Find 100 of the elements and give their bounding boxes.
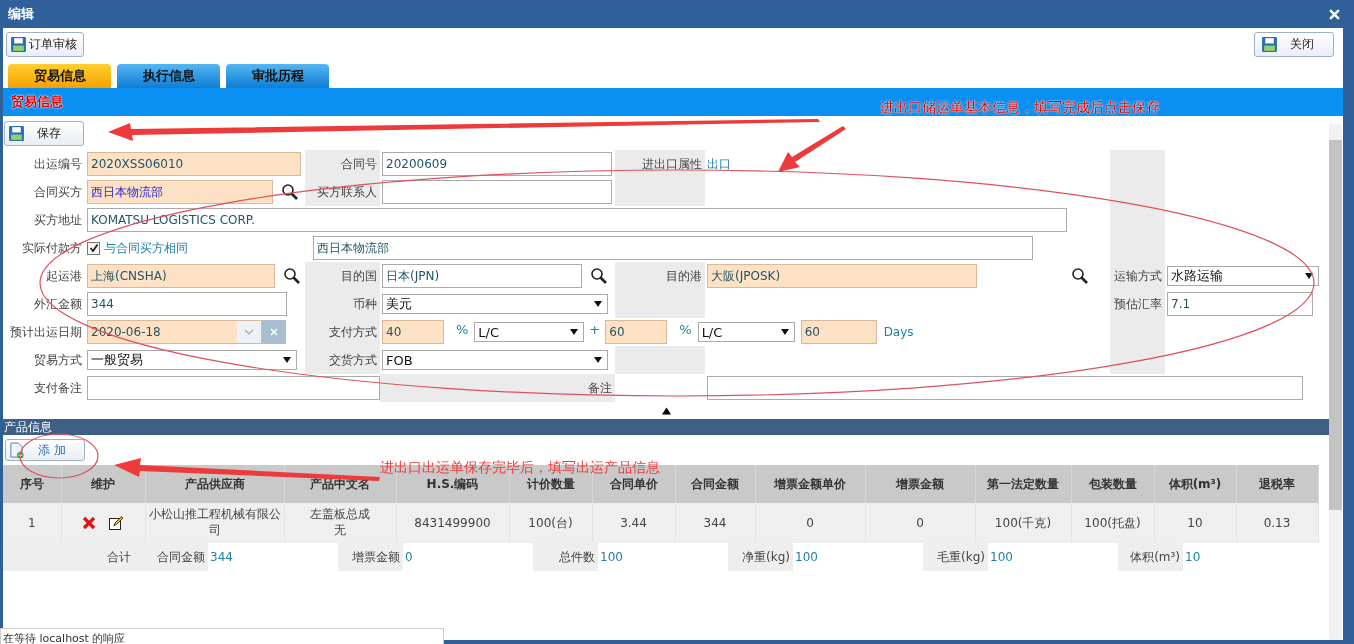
document-add-icon [9,441,24,459]
input-field[interactable]: 上海(CNSHA) [87,264,275,288]
field-label: 币种 [305,290,380,318]
scrollbar[interactable] [1329,124,1342,640]
input-field[interactable]: 2020XSS06010 [87,152,301,176]
field-label: 交货方式 [305,346,380,374]
input-field[interactable]: 344 [87,292,287,316]
field-label: 实际付款方 [21,239,83,257]
column-header: 体积(m³) [1154,465,1236,503]
summary-label: 净重(kg) [728,543,793,571]
table-cell: 100(台) [509,503,592,543]
field-label: 进出口属性 [615,150,705,178]
summary-value: 100 [599,549,624,566]
add-button[interactable]: 添 加 [5,439,85,461]
select-field[interactable]: 美元 [382,294,608,314]
input-field[interactable]: KOMATSU LOGISTICS CORP. [87,208,1067,232]
summary-value: 0 [404,549,414,566]
input-field[interactable]: 60 [800,320,877,344]
summary-value: 100 [794,549,819,566]
table-cell: 10 [1154,503,1236,543]
select-field[interactable]: 水路运输 [1167,266,1319,286]
checkbox-label[interactable]: 与合同买方相同 [104,239,188,257]
select-field[interactable]: 一般贸易 [87,350,297,370]
summary-label: 合计 [3,543,143,571]
field-label: 买方联系人 [305,178,380,206]
field-label: 支付方式 [305,318,380,346]
field-label: 贸易方式 [33,351,83,369]
table-cell: 0.13 [1236,503,1318,543]
field-label: 运输方式 [1110,262,1165,290]
search-icon[interactable] [590,267,608,285]
checkbox[interactable] [87,241,100,255]
empty-cell [1110,178,1165,206]
column-header: 序号 [3,465,61,503]
percent-sign: % [679,321,692,337]
section-title: 贸易信息 [11,93,63,111]
annotation-note: 进出口储运单基本信息，填写完成后点击保存 [880,99,1160,117]
percent-sign: % [456,321,469,337]
annotation-note: 进出口出运单保存完毕后，填写出运产品信息 [380,459,660,477]
field-label: 合同买方 [33,183,83,201]
audit-button[interactable]: 订单审核 [6,31,84,57]
summary-label: 合同金额 [143,543,208,571]
input-field[interactable] [707,376,1303,400]
close-icon[interactable] [1329,8,1340,20]
column-header: 退税率 [1236,465,1318,503]
input-field[interactable]: 西日本物流部 [87,180,273,204]
empty-cell [1110,346,1165,374]
edit-icon[interactable] [108,515,124,531]
close-button[interactable]: 关闭 [1254,31,1334,57]
table-cell: 左盖板总成无 [284,503,396,543]
select-field[interactable]: L/C [474,322,585,342]
tab[interactable]: 审批历程 [226,64,329,88]
input-field[interactable]: 日本(JPN) [382,264,582,288]
table-cell: 小松山推工程机械有限公司 [145,503,284,543]
field-label: 预估汇率 [1110,290,1165,318]
column-header: 第一法定数量 [975,465,1071,503]
field-label: 预计出运日期 [9,323,83,341]
table-cell: 3.44 [592,503,675,543]
table-cell: 0 [865,503,975,543]
field-label: 起运港 [45,267,83,285]
summary-label: 总件数 [533,543,598,571]
search-icon[interactable] [1071,267,1089,285]
field-label: 合同号 [305,150,380,178]
save-button[interactable]: 保存 [4,120,84,146]
table-cell: 344 [675,503,755,543]
column-header: 合同金额 [675,465,755,503]
input-field[interactable]: 7.1 [1167,292,1313,316]
tab[interactable]: 贸易信息 [8,64,111,88]
input-field[interactable] [382,180,612,204]
field-label: 买方地址 [33,211,83,229]
caret-icon [594,301,602,307]
table-cell: 100(千克) [975,503,1071,543]
summary-value: 10 [1184,549,1202,566]
select-field[interactable]: FOB [382,350,608,370]
close-icon [270,328,278,336]
chevron-down-icon [244,329,254,335]
summary-label: 体积(m³) [1118,543,1183,571]
search-icon[interactable] [281,183,299,201]
caret-icon [570,329,579,335]
unit-label: Days [883,325,914,339]
search-icon[interactable] [283,267,301,285]
summary-value: 344 [209,549,234,566]
scrollbar-thumb[interactable] [1329,140,1342,510]
input-field[interactable] [87,376,380,400]
column-header: 增票金额单价 [755,465,865,503]
delete-icon[interactable] [82,516,96,530]
tab[interactable]: 执行信息 [117,64,220,88]
collapse-icon[interactable] [661,406,671,415]
plus-sign: + [589,321,601,337]
field-label: 目的国 [305,262,380,290]
input-field[interactable]: 40 [382,320,444,344]
input-field[interactable]: 西日本物流部 [313,236,1033,260]
input-field[interactable]: 大阪(JPOSK) [707,264,977,288]
table-cell: 0 [755,503,865,543]
input-field[interactable]: 60 [605,320,668,344]
caret-icon [283,357,291,363]
input-field[interactable]: 20200609 [382,152,612,176]
summary-value: 100 [989,549,1014,566]
select-field[interactable]: L/C [697,322,795,342]
window-title: 编辑 [8,5,34,23]
caret-icon [780,329,789,335]
